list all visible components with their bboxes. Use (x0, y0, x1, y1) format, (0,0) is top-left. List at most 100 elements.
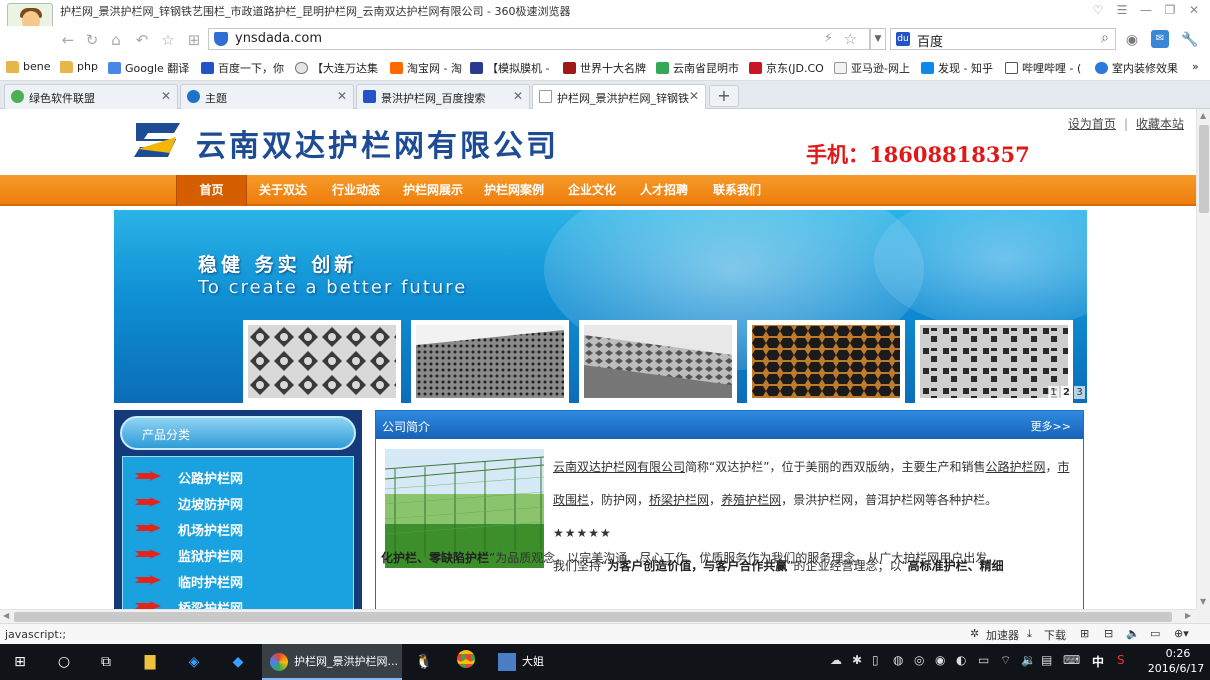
more-link[interactable]: 更多>> (1031, 418, 1071, 434)
product-thumbnail[interactable] (747, 320, 905, 403)
category-item[interactable]: 边坡防护网 (123, 489, 353, 515)
accelerator-label[interactable]: 加速器 (986, 627, 1019, 643)
bookmark-item[interactable]: 发现 - 知乎 (921, 60, 993, 76)
scrollbar-thumb[interactable] (14, 612, 1172, 622)
bookmark-item[interactable]: 【模拟膜机 - (470, 60, 549, 76)
tab[interactable]: 景洪护栏网_百度搜索 ✕ (356, 84, 530, 109)
product-link[interactable]: 桥梁护栏网 (649, 493, 709, 507)
scroll-up-icon[interactable]: ▲ (1200, 111, 1206, 120)
app-icon[interactable]: ◆ (226, 650, 250, 674)
nav-products[interactable]: 护栏网展示 (403, 175, 463, 206)
tray-app-icon[interactable]: ◉ (935, 653, 945, 667)
tab-active[interactable]: 护栏网_景洪护栏网_锌钢铁 ✕ (532, 84, 706, 110)
speaker-icon[interactable]: 🔉 (1021, 653, 1036, 667)
nav-jobs[interactable]: 人才招聘 (640, 175, 688, 206)
category-item[interactable]: 公路护栏网 (123, 463, 353, 489)
apps-grid-icon[interactable]: ⊞ (184, 30, 204, 50)
windows-start-icon[interactable]: ⊞ (8, 650, 32, 674)
store-icon[interactable]: ◈ (182, 650, 206, 674)
minimize-button[interactable]: — (1136, 2, 1156, 18)
tab[interactable]: 绿色软件联盟 ✕ (4, 84, 178, 109)
window-icon[interactable]: ⊞ (1080, 627, 1089, 640)
product-link[interactable]: 公路护栏网 (985, 460, 1045, 474)
menu-icon[interactable]: ☰ (1112, 2, 1132, 18)
tab[interactable]: 主题 ✕ (180, 84, 354, 109)
extension-icon[interactable]: ✉ (1151, 30, 1169, 48)
screenshot-icon[interactable]: ⊟ (1104, 627, 1113, 640)
download-icon[interactable]: ⤓ (1027, 627, 1032, 641)
battery-icon[interactable]: ▭ (978, 653, 989, 667)
cloud-icon[interactable]: ☁ (830, 653, 842, 667)
home-icon[interactable]: ⌂ (106, 30, 126, 50)
accelerator-icon[interactable]: ✲ (970, 627, 979, 640)
search-engine-label[interactable]: 百度 (917, 31, 943, 50)
bookmark-item[interactable]: 世界十大名牌 (563, 60, 646, 76)
bookmark-item[interactable]: 亚马逊-网上 (834, 60, 910, 76)
bookmark-item[interactable]: bene (6, 60, 51, 73)
wrench-icon[interactable]: 🔧 (1180, 30, 1200, 50)
download-label[interactable]: 下载 (1044, 627, 1066, 643)
maximize-button[interactable]: ❐ (1160, 2, 1180, 18)
bookmark-item[interactable]: Google 翻译 (108, 60, 189, 76)
favorite-icon[interactable]: ☆ (158, 30, 178, 50)
nav-contact[interactable]: 联系我们 (713, 175, 761, 206)
search-icon[interactable]: ⌕ (1101, 30, 1109, 46)
cortana-icon[interactable]: ○ (52, 650, 76, 674)
horizontal-scrollbar[interactable]: ◀ ▶ (0, 609, 1196, 623)
ime-indicator[interactable]: 中 (1092, 653, 1104, 670)
site-logo[interactable]: 云南双达护栏网有限公司 (124, 111, 579, 169)
vertical-scrollbar[interactable]: ▲ ▼ (1196, 109, 1210, 609)
chrome-icon[interactable] (454, 650, 478, 674)
undo-icon[interactable]: ↶ (132, 30, 152, 50)
nav-about[interactable]: 关于双达 (259, 175, 307, 206)
product-thumbnail[interactable] (243, 320, 401, 403)
company-link[interactable]: 云南双达护栏网有限公司 (553, 460, 685, 474)
address-bar[interactable]: ynsdada.com ⚡ ☆ (208, 28, 870, 50)
category-item[interactable]: 临时护栏网 (123, 567, 353, 593)
file-explorer-icon[interactable]: ▇ (138, 650, 162, 674)
skin-icon[interactable]: ♡ (1088, 2, 1108, 18)
bookmark-item[interactable]: 【大连万达集 (295, 60, 378, 76)
set-homepage-link[interactable]: 设为首页 (1068, 117, 1116, 131)
scroll-right-icon[interactable]: ▶ (1185, 611, 1191, 620)
hero-banner[interactable]: 稳健 务实 创新 To create a better future 1 2 3 (114, 210, 1087, 403)
bookmark-item[interactable]: 哔哩哔哩 - ( (1005, 60, 1081, 76)
taskbar-browser-app[interactable]: 护栏网_景洪护栏网... (262, 644, 402, 680)
slide-dot-active[interactable]: 2 (1061, 386, 1072, 399)
product-link[interactable]: 养殖护栏网 (721, 493, 781, 507)
bluetooth-icon[interactable]: ✱ (852, 653, 862, 667)
scroll-left-icon[interactable]: ◀ (3, 611, 9, 620)
new-tab-button[interactable]: + (709, 85, 739, 107)
bookmark-item[interactable]: php (60, 60, 98, 73)
notification-icon[interactable]: ▤ (1041, 653, 1052, 667)
volume-icon[interactable]: 🔈 (1126, 627, 1140, 640)
taskbar-app[interactable]: 大姐 (494, 644, 554, 680)
product-thumbnail[interactable] (411, 320, 569, 403)
zoom-icon[interactable]: ⊕▾ (1174, 627, 1189, 640)
tray-app-icon[interactable]: ◍ (893, 653, 903, 667)
close-button[interactable]: ✕ (1184, 2, 1204, 18)
product-thumbnail[interactable] (579, 320, 737, 403)
bookmark-item[interactable]: 京东(JD.CO (749, 60, 824, 76)
bookmarks-overflow-button[interactable]: » (1192, 60, 1199, 73)
tray-app-icon[interactable]: ◐ (956, 653, 966, 667)
category-item[interactable]: 机场护栏网 (123, 515, 353, 541)
sogou-ime-icon[interactable]: S (1117, 653, 1125, 667)
url-dropdown-icon[interactable]: ▼ (870, 28, 886, 50)
qq-icon[interactable]: 🐧 (412, 650, 436, 674)
bookmark-item[interactable]: 云南省昆明市 (656, 60, 739, 76)
search-box[interactable]: du 百度 ⌕ (890, 28, 1116, 50)
globe-icon[interactable]: ◉ (1122, 30, 1142, 50)
tray-app-icon[interactable]: ◎ (914, 653, 924, 667)
url-text[interactable]: ynsdada.com (235, 31, 322, 46)
bookmark-star-icon[interactable]: ☆ (844, 30, 857, 48)
bookmark-item[interactable]: 百度一下，你 (201, 60, 284, 76)
speed-mode-icon[interactable]: ⚡ (824, 31, 833, 46)
bookmark-item[interactable]: 室内装修效果 (1095, 60, 1178, 76)
clock-date[interactable]: 2016/6/17 (1143, 662, 1209, 675)
tab-close-icon[interactable]: ✕ (161, 89, 171, 103)
tab-close-icon[interactable]: ✕ (337, 89, 347, 103)
nav-news[interactable]: 行业动态 (332, 175, 380, 206)
scroll-down-icon[interactable]: ▼ (1200, 597, 1206, 606)
bookmark-item[interactable]: 淘宝网 - 淘 (390, 60, 462, 76)
